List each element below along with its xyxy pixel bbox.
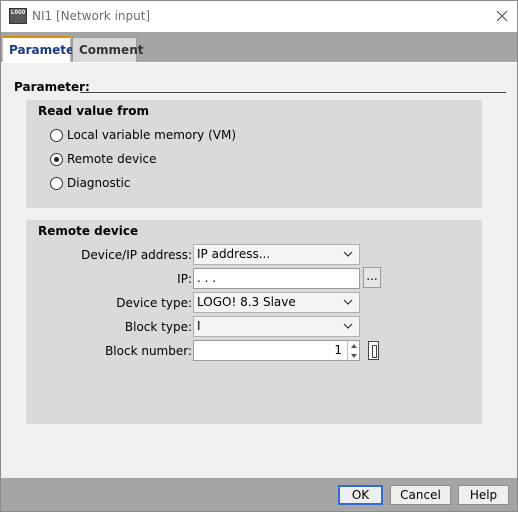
chevron-down-icon: [343, 251, 353, 257]
title-bar: LOGO NI1 [Network input]: [1, 1, 517, 32]
ip-label: IP:: [177, 272, 192, 286]
device-type-label: Device type:: [116, 296, 192, 310]
block-select-toggle[interactable]: [368, 341, 379, 360]
tab-strip: Parameter Comment: [1, 32, 517, 62]
chevron-down-icon: [351, 354, 357, 358]
radio-label: Remote device: [67, 152, 157, 166]
ip-input[interactable]: . . .: [193, 268, 360, 289]
device-ip-value: IP address...: [197, 247, 271, 261]
block-number-value: 1: [334, 343, 342, 357]
chevron-down-icon: [343, 299, 353, 305]
ok-button[interactable]: OK: [338, 485, 383, 505]
window-title: NI1 [Network input]: [32, 9, 151, 23]
read-value-group: Read value from Local variable memory (V…: [26, 100, 482, 208]
help-button[interactable]: Help: [458, 485, 509, 505]
button-bar: OK Cancel Help: [1, 478, 517, 511]
block-type-label: Block type:: [124, 320, 192, 334]
parameter-panel: Parameter: Read value from Local variabl…: [2, 62, 517, 478]
radio-label: Local variable memory (VM): [67, 128, 237, 142]
device-ip-label: Device/IP address:: [81, 248, 192, 262]
spin-down-button[interactable]: [348, 350, 360, 360]
device-type-dropdown[interactable]: LOGO! 8.3 Slave: [193, 292, 360, 313]
chevron-down-icon: [343, 323, 353, 329]
tab-comment[interactable]: Comment: [72, 37, 143, 62]
block-type-dropdown[interactable]: I: [193, 316, 360, 337]
cancel-button[interactable]: Cancel: [390, 485, 451, 505]
device-type-value: LOGO! 8.3 Slave: [197, 295, 296, 309]
radio-button[interactable]: [50, 153, 63, 166]
radio-button[interactable]: [50, 177, 63, 190]
block-type-value: I: [197, 319, 201, 333]
dialog-window: LOGO NI1 [Network input] Parameter Comme…: [0, 0, 518, 512]
ip-value: . . .: [197, 271, 217, 285]
spin-up-button[interactable]: [348, 340, 360, 350]
block-number-input[interactable]: 1: [193, 340, 360, 361]
block-number-label: Block number:: [105, 344, 192, 358]
remote-device-group: Remote device Device/IP address: IP addr…: [26, 220, 482, 424]
section-divider: [80, 92, 506, 93]
logo-app-icon: LOGO: [9, 8, 27, 24]
read-value-title: Read value from: [38, 104, 150, 118]
radio-button[interactable]: [50, 129, 63, 142]
block-number-spinner: [347, 340, 360, 361]
section-title: Parameter:: [14, 80, 90, 94]
tab-parameter[interactable]: Parameter: [2, 36, 80, 62]
close-icon: [496, 10, 508, 22]
close-button[interactable]: [489, 4, 515, 28]
radio-label: Diagnostic: [67, 176, 131, 190]
device-ip-dropdown[interactable]: IP address...: [193, 244, 360, 265]
ip-browse-button[interactable]: ...: [363, 267, 381, 288]
remote-device-title: Remote device: [38, 224, 139, 238]
